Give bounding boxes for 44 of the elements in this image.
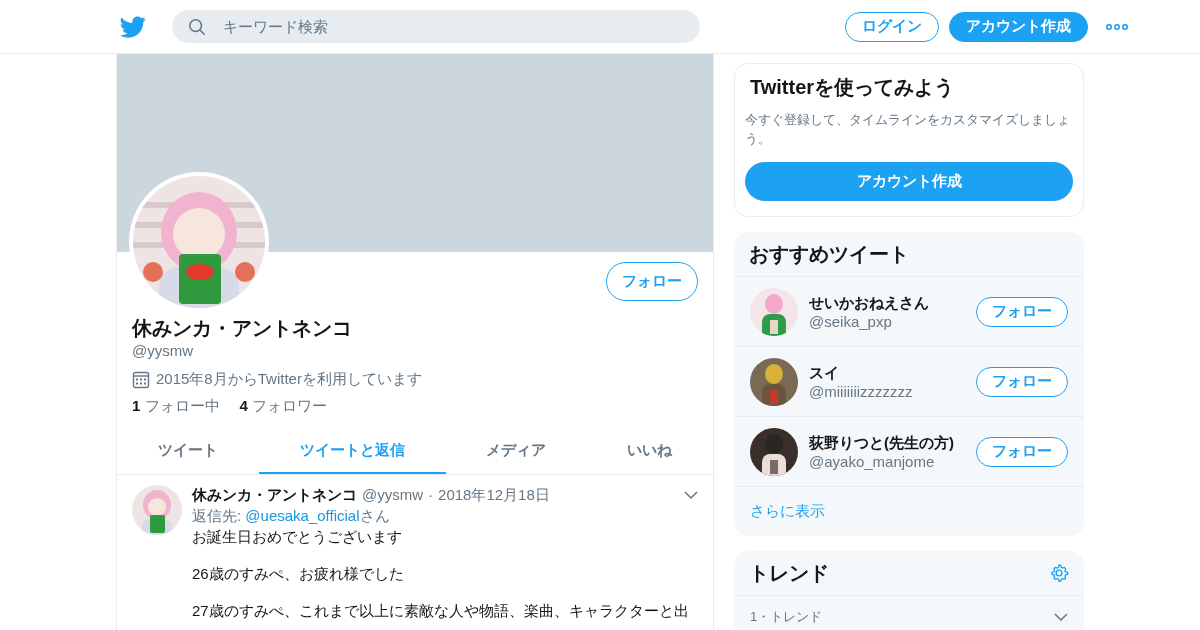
- user-name: せいかおねえさん: [809, 293, 930, 313]
- tweet-text: お誕生日おめでとうございます: [192, 527, 403, 547]
- card-title: おすすめツイート: [749, 241, 909, 267]
- follow-button[interactable]: フォロー: [976, 436, 1068, 467]
- card-title: Twitterを使ってみよう: [749, 75, 956, 100]
- user-handle: @seika_pxp: [809, 312, 893, 330]
- caret-icon[interactable]: [684, 491, 698, 499]
- search-field[interactable]: キーワード検索: [172, 10, 700, 43]
- more-icon[interactable]: [1106, 23, 1128, 30]
- tweet-handle: @yysmw: [362, 485, 424, 505]
- tweet-text: 26歳のすみぺ、お疲れ様でした: [192, 564, 405, 584]
- profile-handle: @yysmw: [132, 341, 195, 361]
- separator-dot: ·: [428, 485, 434, 505]
- caret-icon[interactable]: [1054, 613, 1068, 621]
- login-button[interactable]: ログイン: [845, 11, 939, 42]
- follow-button[interactable]: フォロー: [976, 366, 1068, 397]
- settings-icon[interactable]: [1049, 563, 1069, 583]
- user-name: 荻野りつと(先生の方): [809, 433, 955, 453]
- tweet-author: 休みンカ・アントネンコ: [192, 485, 357, 505]
- user-handle: @ayako_manjome: [809, 452, 936, 470]
- profile-tab[interactable]: ツイート: [117, 428, 259, 474]
- follow-button[interactable]: フォロー: [976, 296, 1068, 327]
- profile-name: 休みンカ・アントネンコ: [132, 316, 353, 340]
- tweet-text: 27歳のすみぺ、これまで以上に素敵な人や物語、楽曲、キャラクターと出: [192, 601, 690, 621]
- show-more-link[interactable]: さらに表示: [734, 487, 1084, 536]
- reply-line: 返信先: @uesaka_officialさん: [192, 506, 391, 526]
- profile-tab[interactable]: いいね: [586, 428, 713, 474]
- user-handle: @miiiiiiizzzzzzz: [809, 382, 914, 400]
- trend-label: 1・トレンド: [750, 608, 823, 626]
- profile-tab[interactable]: ツイートと返信: [259, 428, 446, 474]
- card-text: 今すぐ登録して、タイムラインをカスタマイズしましょう。: [745, 111, 1071, 148]
- user-name: スイ: [809, 363, 840, 383]
- profile-tab[interactable]: メディア: [446, 428, 586, 474]
- mention-link[interactable]: @uesaka_official: [245, 507, 360, 524]
- bird-logo-icon[interactable]: [120, 13, 146, 40]
- following-link[interactable]: 1 フォロー中: [132, 397, 220, 416]
- calendar-icon: [132, 370, 150, 389]
- join-date: 2015年8月からTwitterを利用しています: [156, 370, 422, 389]
- signup-button[interactable]: アカウント作成: [949, 11, 1088, 42]
- card-title: トレンド: [749, 560, 829, 586]
- follow-button[interactable]: フォロー: [606, 262, 698, 301]
- tweet-date: 2018年12月18日: [438, 485, 550, 505]
- signup-button[interactable]: アカウント作成: [745, 162, 1073, 201]
- followers-link[interactable]: 4 フォロワー: [239, 397, 328, 416]
